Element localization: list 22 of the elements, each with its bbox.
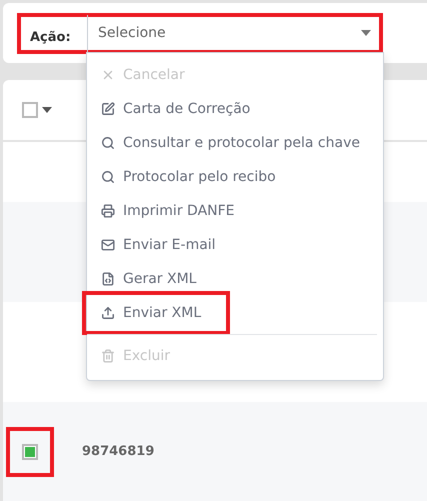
- close-icon: [101, 68, 115, 82]
- envelope-icon: [101, 238, 115, 252]
- edit-icon: [101, 102, 115, 116]
- upload-icon: [101, 306, 115, 320]
- action-label: Ação:: [29, 28, 72, 44]
- menu-item[interactable]: Protocolar pelo recibo: [87, 160, 383, 194]
- code-file-icon: [101, 272, 115, 286]
- select-all-checkbox[interactable]: [22, 102, 38, 118]
- search-icon: [101, 170, 115, 184]
- search-icon: [101, 136, 115, 150]
- caret-icon: [361, 30, 371, 36]
- caret-icon[interactable]: [42, 107, 52, 113]
- menu-item[interactable]: Consultar e protocolar pela chave: [87, 126, 383, 160]
- menu-item[interactable]: Gerar XML: [87, 262, 383, 296]
- menu-item[interactable]: Enviar XML: [87, 296, 226, 330]
- number-cell: 98746819: [82, 444, 154, 459]
- row-checkbox[interactable]: [22, 444, 38, 460]
- menu-item[interactable]: Carta de Correção: [87, 92, 383, 126]
- menu-item[interactable]: Enviar E-mail: [87, 228, 383, 262]
- menu-item[interactable]: Imprimir DANFE: [87, 194, 383, 228]
- trash-icon: [101, 349, 115, 363]
- printer-icon: [101, 204, 115, 218]
